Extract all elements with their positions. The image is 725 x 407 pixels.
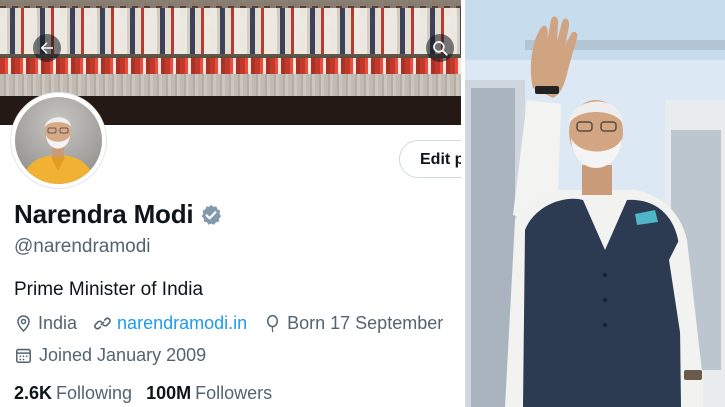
followers-label: Followers	[195, 383, 273, 403]
arrow-left-icon	[40, 42, 53, 54]
following-label: Following	[56, 383, 133, 403]
balloon-icon	[267, 314, 279, 333]
following-count: 2.6K	[14, 383, 53, 403]
back-button[interactable]	[33, 34, 61, 62]
following-link[interactable]: 2.6K Following	[14, 383, 132, 404]
waving-photo	[465, 0, 725, 407]
calendar-icon	[16, 348, 31, 363]
profile-meta-row: India narendramodi.in Born 17 September	[14, 313, 459, 334]
search-icon	[433, 41, 448, 56]
edit-profile-label: Edit p	[420, 151, 461, 168]
website-item[interactable]: narendramodi.in	[93, 313, 247, 334]
location-pin-icon	[17, 315, 30, 333]
website-link[interactable]: narendramodi.in	[117, 313, 247, 334]
profile-handle: @narendramodi	[14, 236, 151, 257]
location-item: India	[14, 313, 77, 334]
search-button[interactable]	[426, 34, 454, 62]
verified-badge-icon[interactable]	[199, 203, 223, 227]
profile-bio: Prime Minister of India	[14, 279, 204, 300]
profile-name: Narendra Modi	[14, 199, 194, 229]
link-icon	[94, 317, 111, 330]
profile-screenshot: Edit p Narendra Modi @narendramodi Prime…	[0, 0, 461, 407]
profile-name-row: Narendra Modi	[14, 199, 223, 230]
follow-stats-row: 2.6K Following 100M Followers	[14, 383, 286, 404]
birthday-text: Born 17 September	[287, 313, 444, 333]
followers-count: 100M	[146, 383, 192, 403]
joined-text: Joined January 2009	[39, 345, 207, 365]
avatar[interactable]	[11, 93, 106, 188]
birthday-item: Born 17 September	[263, 313, 443, 334]
joined-row: Joined January 2009	[14, 345, 206, 366]
location-text: India	[38, 313, 78, 333]
followers-link[interactable]: 100M Followers	[146, 383, 272, 404]
edit-profile-button[interactable]: Edit p	[399, 140, 461, 178]
